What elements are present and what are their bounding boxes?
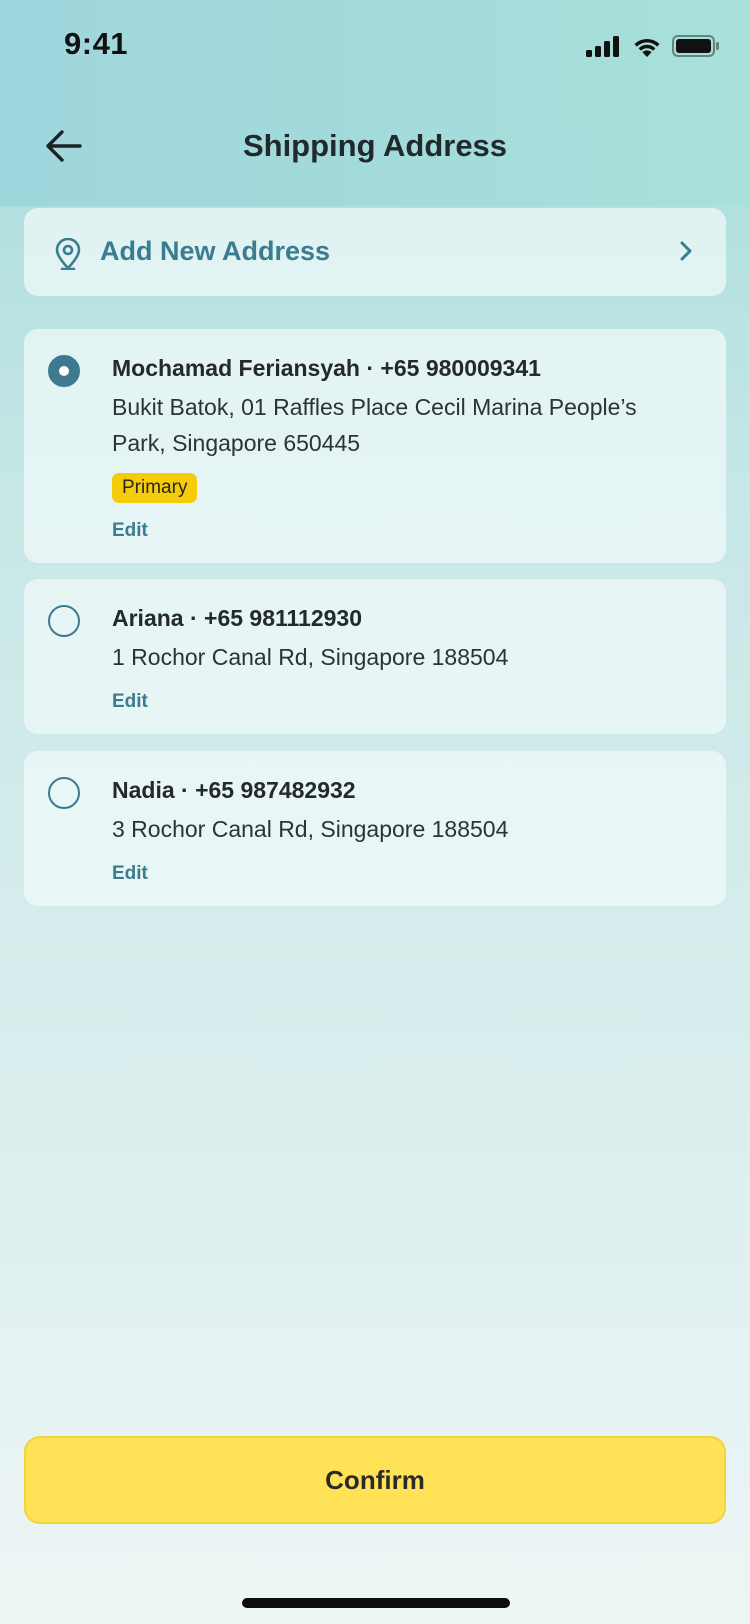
address-name-phone: Mochamad Feriansyah · +65 980009341 [112, 355, 541, 381]
edit-address-link[interactable]: Edit [112, 863, 148, 885]
address-text: Bukit Batok, 01 Raffles Place Cecil Mari… [112, 394, 637, 456]
wifi-icon [634, 38, 660, 57]
status-bar: 9:41 [0, 0, 750, 94]
battery-icon [672, 35, 719, 57]
address-card[interactable]: Nadia · +65 987482932 3 Rochor Canal Rd,… [24, 751, 726, 906]
page-title: Shipping Address [242, 128, 508, 163]
add-new-address-button[interactable]: Add New Address [24, 208, 726, 296]
address-card[interactable]: Ariana · +65 981112930 1 Rochor Canal Rd… [24, 579, 726, 734]
add-new-address-label: Add New Address [100, 236, 331, 266]
status-time: 9:41 [64, 26, 129, 61]
address-text: 3 Rochor Canal Rd, Singapore 188504 [112, 816, 509, 842]
address-card[interactable]: Mochamad Feriansyah · +65 980009341 Buki… [24, 329, 726, 563]
chevron-right-icon [680, 241, 692, 261]
location-pin-icon [55, 238, 81, 270]
edit-address-link[interactable]: Edit [112, 520, 148, 542]
status-icons [586, 34, 720, 58]
confirm-button-label: Confirm [325, 1464, 425, 1495]
address-name-phone: Nadia · +65 987482932 [112, 777, 356, 803]
address-name-phone: Ariana · +65 981112930 [112, 605, 363, 631]
address-radio-selected[interactable] [48, 355, 80, 387]
confirm-button[interactable]: Confirm [24, 1436, 726, 1524]
primary-badge: Primary [112, 473, 198, 503]
address-text: 1 Rochor Canal Rd, Singapore 188504 [112, 644, 509, 670]
cellular-signal-icon [586, 36, 619, 57]
home-indicator [242, 1598, 510, 1608]
navigation-bar: Shipping Address [0, 110, 750, 182]
address-radio[interactable] [48, 605, 80, 637]
edit-address-link[interactable]: Edit [112, 691, 148, 713]
address-radio[interactable] [48, 777, 80, 809]
